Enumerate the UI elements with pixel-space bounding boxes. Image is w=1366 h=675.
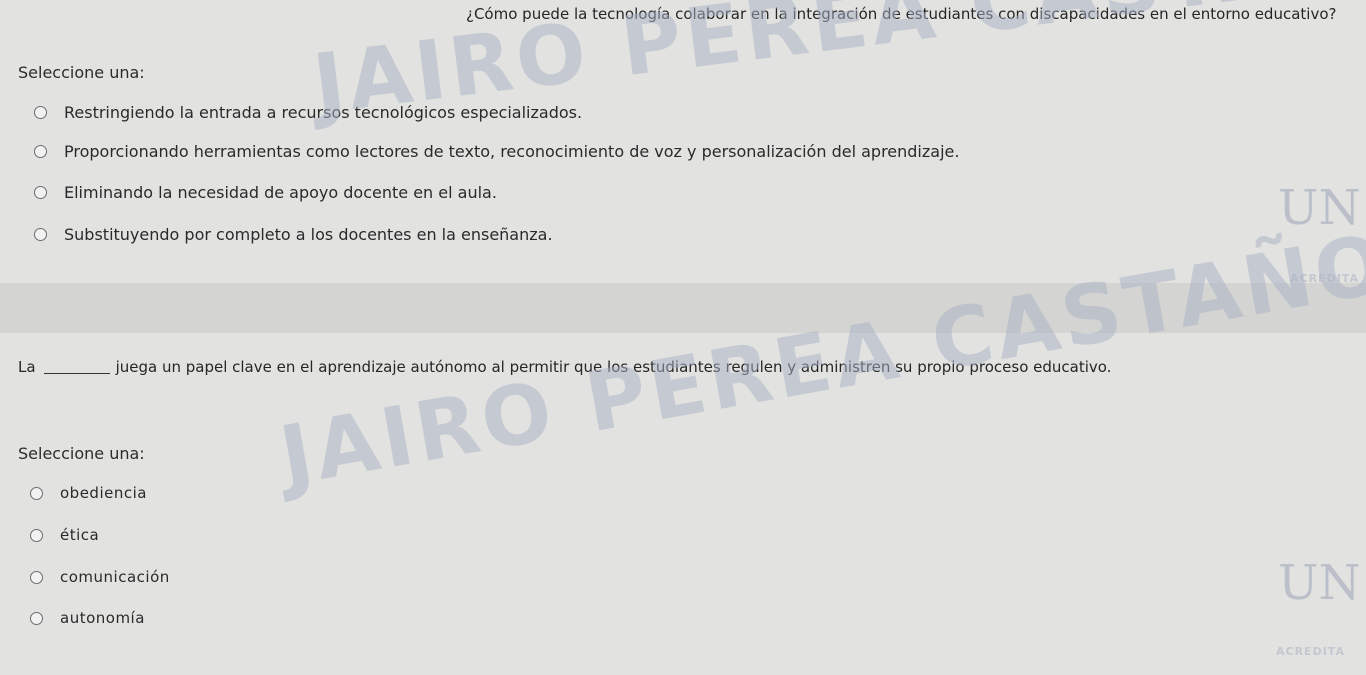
fill-blank [43,373,110,374]
option-proporcionando[interactable]: Proporcionando herramientas como lectore… [34,142,959,161]
radio-unselected-icon[interactable] [30,528,43,542]
option-comunicacion[interactable]: comunicación [30,568,170,586]
radio-unselected-icon[interactable] [30,486,43,500]
option-label: Proporcionando herramientas como lectore… [64,142,960,161]
option-label: obediencia [60,484,147,502]
option-label: Eliminando la necesidad de apoyo docente… [64,183,497,202]
radio-unselected-icon[interactable] [34,145,47,158]
question-card-2: La juega un papel clave en el aprendizaje… [0,333,1366,675]
select-label: Seleccione una: [18,444,145,463]
option-label: Substituyendo por completo a los docente… [64,225,553,244]
option-label: ética [60,526,100,544]
question-text-after: juega un papel clave en el aprendizaje a… [115,358,1112,376]
radio-unselected-icon[interactable] [34,106,47,119]
question-text: ¿Cómo puede la tecnología colaborar en l… [466,5,1337,23]
option-autonomia[interactable]: autonomía [30,609,145,627]
radio-unselected-icon[interactable] [30,570,43,584]
question-text-before: La [18,358,36,376]
radio-unselected-icon[interactable] [34,228,47,241]
option-etica[interactable]: ética [30,526,99,544]
question-card-1: ¿Cómo puede la tecnología colaborar en l… [0,0,1366,283]
question-divider [0,283,1366,333]
option-restringiendo[interactable]: Restringiendo la entrada a recursos tecn… [34,103,582,122]
option-substituyendo[interactable]: Substituyendo por completo a los docente… [34,225,553,244]
select-label: Seleccione una: [18,63,145,82]
option-obediencia[interactable]: obediencia [30,484,147,502]
option-label: Restringiendo la entrada a recursos tecn… [64,103,583,122]
option-label: autonomía [60,609,145,627]
option-eliminando[interactable]: Eliminando la necesidad de apoyo docente… [34,183,497,202]
radio-unselected-icon[interactable] [30,611,43,625]
option-label: comunicación [60,568,170,586]
radio-unselected-icon[interactable] [34,186,47,199]
question-text: La juega un papel clave en el aprendizaje… [18,358,1111,376]
